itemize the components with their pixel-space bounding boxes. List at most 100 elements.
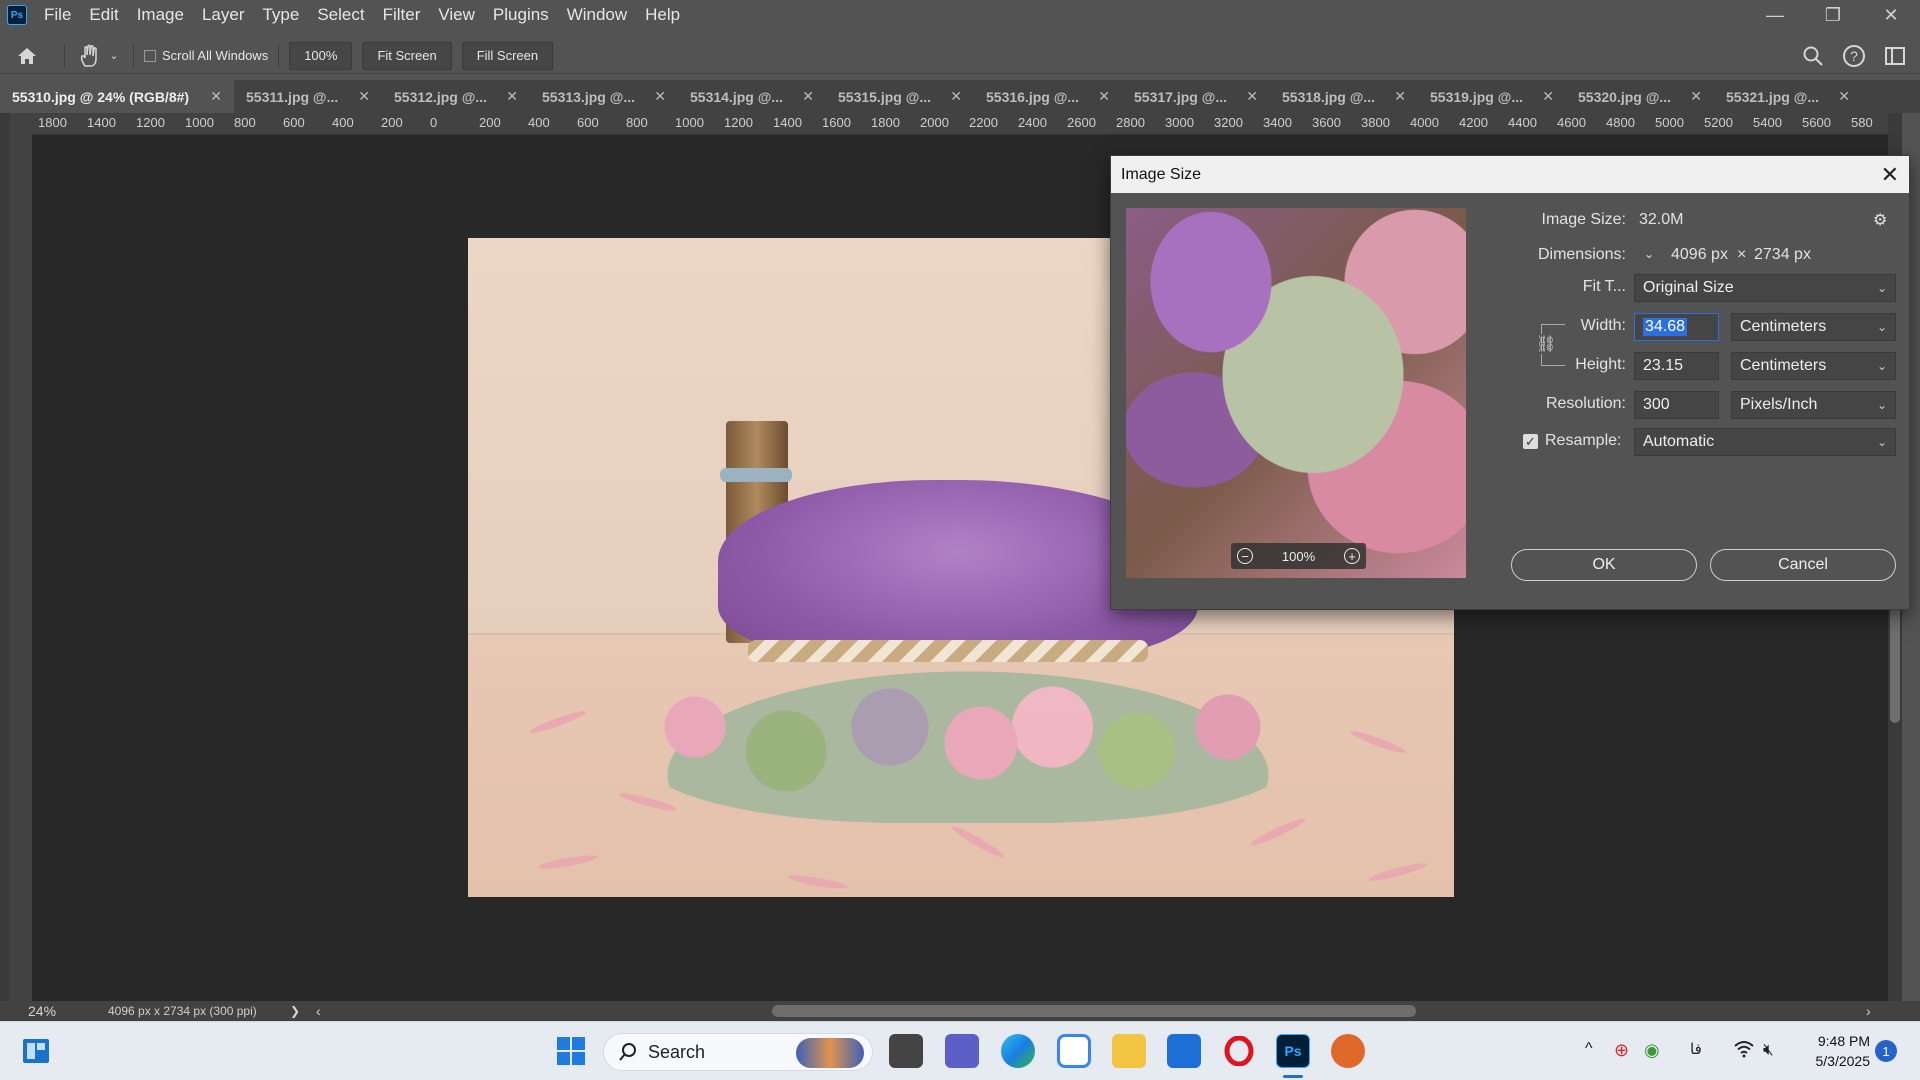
- browser-icon[interactable]: [1331, 1034, 1365, 1068]
- help-icon[interactable]: ?: [1842, 44, 1866, 68]
- ruler-tick-label: 5200: [1704, 115, 1733, 130]
- volume-muted-icon[interactable]: 🔇︎: [1763, 1040, 1774, 1060]
- menu-window[interactable]: Window: [558, 0, 636, 30]
- scroll-left-arrow[interactable]: ‹: [316, 1003, 321, 1019]
- task-view-icon[interactable]: [889, 1034, 923, 1068]
- cancel-button[interactable]: Cancel: [1710, 549, 1896, 581]
- menu-edit[interactable]: Edit: [80, 0, 127, 30]
- tab-55311[interactable]: 55311.jpg @... ✕: [234, 80, 382, 113]
- width-value: 34.68: [1643, 318, 1688, 336]
- windows-start-icon[interactable]: [554, 1034, 588, 1068]
- width-unit-dropdown[interactable]: Centimeters ⌄: [1731, 313, 1896, 341]
- zoom-out-icon[interactable]: −: [1237, 548, 1253, 564]
- dimensions-dropdown-icon[interactable]: ⌄: [1639, 244, 1659, 264]
- home-icon[interactable]: [0, 46, 54, 66]
- height-unit-dropdown[interactable]: Centimeters ⌄: [1731, 352, 1896, 380]
- tab-55314[interactable]: 55314.jpg @... ✕: [678, 80, 826, 113]
- menu-image[interactable]: Image: [128, 0, 193, 30]
- vertical-scroll-thumb[interactable]: [1890, 603, 1900, 723]
- menu-view[interactable]: View: [429, 0, 484, 30]
- close-icon[interactable]: ✕: [506, 88, 518, 105]
- taskbar-search[interactable]: Search: [603, 1033, 873, 1071]
- tab-55312[interactable]: 55312.jpg @... ✕: [382, 80, 530, 113]
- close-icon[interactable]: ✕: [358, 88, 370, 105]
- edge-icon[interactable]: [1001, 1034, 1035, 1068]
- tab-55310[interactable]: 55310.jpg @ 24% (RGB/8#) ✕: [0, 80, 234, 113]
- close-icon[interactable]: ✕: [950, 88, 962, 105]
- tab-55319[interactable]: 55319.jpg @... ✕: [1418, 80, 1566, 113]
- settings-gear-icon[interactable]: ⚙: [1873, 210, 1887, 230]
- close-icon[interactable]: ✕: [1098, 88, 1110, 105]
- width-input[interactable]: 34.68: [1634, 313, 1719, 341]
- photoshop-taskbar-icon[interactable]: Ps: [1276, 1034, 1310, 1068]
- close-icon[interactable]: ✕: [210, 88, 222, 105]
- opera-icon[interactable]: [1222, 1034, 1256, 1068]
- wifi-icon[interactable]: [1733, 1040, 1755, 1063]
- fit-screen-button[interactable]: Fit Screen: [362, 41, 452, 70]
- zoom-level[interactable]: 24%: [28, 1003, 108, 1019]
- minimize-button[interactable]: —: [1746, 0, 1804, 30]
- lens-icon[interactable]: [1057, 1034, 1091, 1068]
- notification-badge[interactable]: 1: [1875, 1040, 1897, 1062]
- fill-screen-button[interactable]: Fill Screen: [461, 41, 554, 70]
- teams-icon[interactable]: [945, 1034, 979, 1068]
- ruler-tick-label: 1000: [185, 115, 214, 130]
- chevron-down-icon[interactable]: ⌄: [105, 49, 123, 62]
- maximize-button[interactable]: ❐: [1804, 0, 1862, 30]
- close-window-button[interactable]: ✕: [1862, 0, 1920, 30]
- file-explorer-icon[interactable]: [1112, 1034, 1146, 1068]
- menu-layer[interactable]: Layer: [193, 0, 254, 30]
- scroll-right-arrow[interactable]: ›: [1866, 1003, 1871, 1019]
- tab-55315[interactable]: 55315.jpg @... ✕: [826, 80, 974, 113]
- menu-select[interactable]: Select: [308, 0, 373, 30]
- chain-link-icon[interactable]: ⛓: [1536, 334, 1557, 354]
- menu-plugins[interactable]: Plugins: [484, 0, 558, 30]
- network-globe-icon[interactable]: ◉: [1644, 1040, 1660, 1061]
- store-icon[interactable]: [1167, 1034, 1201, 1068]
- menu-filter[interactable]: Filter: [374, 0, 430, 30]
- system-clock[interactable]: 9:48 PM 5/3/2025: [1790, 1031, 1871, 1071]
- vertical-ruler[interactable]: [10, 135, 32, 1001]
- image-size-dialog: Image Size ✕ − 100% + Image Size: 32.0M …: [1110, 155, 1910, 610]
- close-icon[interactable]: ✕: [1246, 88, 1258, 105]
- resolution-input[interactable]: 300: [1634, 391, 1719, 419]
- zoom-in-icon[interactable]: +: [1344, 548, 1360, 564]
- hand-tool-icon[interactable]: [75, 44, 105, 68]
- close-icon[interactable]: ✕: [1881, 162, 1899, 188]
- tab-55321[interactable]: 55321.jpg @... ✕: [1714, 80, 1862, 113]
- status-menu-arrow[interactable]: ❯: [290, 1004, 316, 1018]
- search-icon[interactable]: [1802, 45, 1824, 67]
- close-icon[interactable]: ✕: [1394, 88, 1406, 105]
- close-icon[interactable]: ✕: [1690, 88, 1702, 105]
- fit-to-dropdown[interactable]: Original Size ⌄: [1634, 274, 1896, 302]
- tab-55318[interactable]: 55318.jpg @... ✕: [1270, 80, 1418, 113]
- tab-55316[interactable]: 55316.jpg @... ✕: [974, 80, 1122, 113]
- menu-help[interactable]: Help: [636, 0, 689, 30]
- scroll-all-checkbox[interactable]: [144, 49, 156, 62]
- tab-55313[interactable]: 55313.jpg @... ✕: [530, 80, 678, 113]
- height-input[interactable]: 23.15: [1634, 352, 1719, 380]
- zoom-100-button[interactable]: 100%: [289, 41, 353, 70]
- preview-zoom-level: 100%: [1281, 548, 1316, 564]
- tab-55317[interactable]: 55317.jpg @... ✕: [1122, 80, 1270, 113]
- resample-dropdown[interactable]: Automatic ⌄: [1634, 428, 1896, 456]
- vpn-icon[interactable]: ⊕: [1614, 1040, 1629, 1061]
- chevron-up-icon[interactable]: ^: [1585, 1040, 1593, 1058]
- scroll-all-windows-option[interactable]: Scroll All Windows: [144, 48, 268, 63]
- horizontal-scroll-thumb[interactable]: [772, 1005, 1416, 1017]
- close-icon[interactable]: ✕: [1838, 88, 1850, 105]
- ok-button[interactable]: OK: [1511, 549, 1697, 581]
- tab-55320[interactable]: 55320.jpg @... ✕: [1566, 80, 1714, 113]
- widgets-icon[interactable]: [19, 1034, 53, 1068]
- resolution-unit-dropdown[interactable]: Pixels/Inch ⌄: [1731, 391, 1896, 419]
- image-preview[interactable]: − 100% +: [1126, 208, 1466, 578]
- close-icon[interactable]: ✕: [1542, 88, 1554, 105]
- menu-type[interactable]: Type: [253, 0, 308, 30]
- menu-file[interactable]: File: [35, 0, 80, 30]
- close-icon[interactable]: ✕: [802, 88, 814, 105]
- resample-checkbox[interactable]: ✓: [1523, 434, 1538, 449]
- close-icon[interactable]: ✕: [654, 88, 666, 105]
- language-indicator[interactable]: فا: [1690, 1040, 1702, 1058]
- workspace-icon[interactable]: [1884, 46, 1906, 66]
- horizontal-ruler[interactable]: 1800 1400 1200 1000 800 600 400 200 0 200 400 600 80…: [32, 113, 1888, 135]
